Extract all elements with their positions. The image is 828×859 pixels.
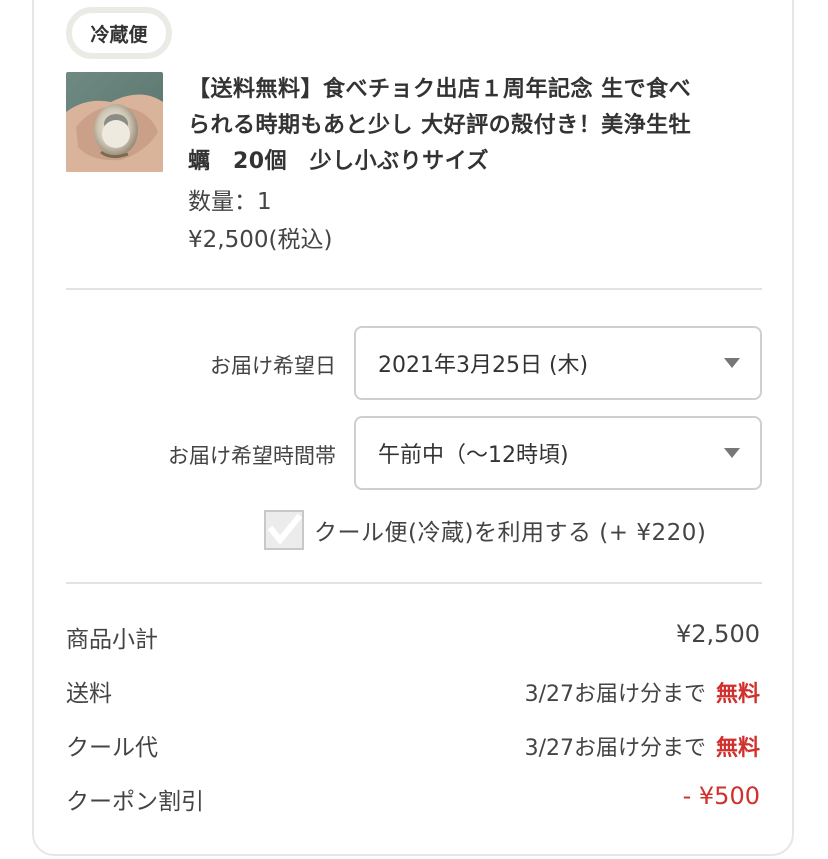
delivery-date-label: お届け希望日 [210,354,336,378]
product-image[interactable] [66,72,163,172]
cool-fee-value-row: 3/27お届け分まで 無料 [525,730,760,762]
shipping-note: 3/27お届け分まで [524,682,706,707]
cool-delivery-option[interactable]: クール便(冷蔵)を利用する (+ ¥220) [264,508,706,552]
checkmark-icon [267,513,302,545]
delivery-time-value: 午前中（〜12時頃) [378,443,569,468]
shipping-free-badge: 無料 [715,682,760,707]
shipping-value-row: 3/27お届け分まで 無料 [525,676,760,708]
oyster-photo [66,72,163,172]
delivery-time-select[interactable]: 午前中（〜12時頃) [354,416,762,490]
cool-fee-free-badge: 無料 [715,736,760,761]
subtotal-value: ¥2,500 [676,620,760,648]
chevron-down-icon [724,448,740,458]
cool-fee-label: クール代 [66,735,158,761]
shipping-label: 送料 [66,681,112,707]
cool-delivery-checkbox[interactable] [264,510,304,550]
product-title-line: 蠣 20個 少し小ぶりサイズ [188,149,489,174]
coupon-discount-value: - ¥500 [682,782,760,810]
quantity-text: 数量：1 [188,189,272,215]
product-title[interactable]: 【送料無料】食べチョク出店１周年記念 生で食べ られる時期もあと少し 大好評の殻… [188,72,758,180]
cool-delivery-label: クール便(冷蔵)を利用する (+ ¥220) [314,520,707,546]
product-title-line: られる時期もあと少し 大好評の殻付き！美浄生牡 [188,113,692,138]
price-text: ¥2,500(税込) [188,227,333,253]
coupon-label: クーポン割引 [66,789,204,815]
chevron-down-icon [724,358,740,368]
delivery-date-value: 2021年3月25日 (木) [378,353,589,378]
product-title-line: 【送料無料】食べチョク出店１周年記念 生で食べ [188,77,692,102]
divider [66,288,762,290]
delivery-date-select[interactable]: 2021年3月25日 (木) [354,326,762,400]
subtotal-label: 商品小計 [66,627,158,653]
delivery-time-label: お届け希望時間帯 [168,444,336,468]
cool-fee-note: 3/27お届け分まで [524,736,706,761]
shipping-type-badge: 冷蔵便 [66,7,172,59]
divider [66,582,762,584]
